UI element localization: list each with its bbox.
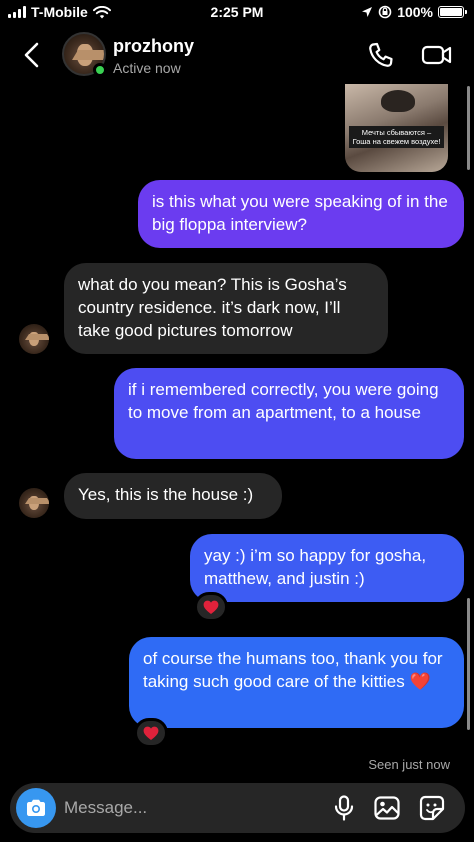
online-indicator: [93, 63, 107, 77]
sticker-icon[interactable]: [418, 794, 446, 822]
sent-message[interactable]: of course the humans too, thank you for …: [129, 637, 464, 728]
message-reaction[interactable]: ❤️: [134, 718, 168, 748]
message-input[interactable]: [64, 791, 314, 825]
message-text: is this what you were speaking of in the…: [152, 192, 448, 234]
contact-name[interactable]: prozhony: [113, 36, 194, 57]
active-status: Active now: [113, 60, 181, 76]
scrollbar-bottom[interactable]: [467, 598, 470, 730]
camera-button[interactable]: [16, 788, 56, 828]
contact-avatar[interactable]: [62, 32, 107, 77]
message-text: of course the humans too, thank you for …: [143, 649, 443, 691]
microphone-icon[interactable]: [330, 794, 358, 822]
battery-icon: [438, 6, 467, 18]
received-message[interactable]: Yes, this is the house :): [64, 473, 282, 519]
message-composer: [10, 783, 465, 833]
message-text: what do you mean? This is Gosha’s countr…: [78, 275, 347, 340]
message-text: Yes, this is the house :): [78, 485, 254, 504]
sent-message[interactable]: yay :) i’m so happy for gosha, matthew, …: [190, 534, 464, 602]
location-icon: [362, 7, 373, 17]
message-text: if i remembered correctly, you were goin…: [128, 380, 439, 422]
scrollbar-top[interactable]: [467, 86, 470, 170]
heart-icon: [143, 726, 159, 740]
orientation-lock-icon: [378, 5, 392, 19]
sent-message[interactable]: if i remembered correctly, you were goin…: [114, 368, 464, 459]
seen-status: Seen just now: [368, 757, 450, 772]
heart-icon: [203, 600, 219, 614]
video-camera-icon[interactable]: [420, 40, 454, 70]
back-arrow-icon[interactable]: [18, 40, 46, 70]
sent-message[interactable]: is this what you were speaking of in the…: [138, 180, 464, 248]
chat-header: prozhony Active now: [0, 26, 474, 86]
status-bar: T-Mobile 2:25 PM 100%: [0, 0, 474, 26]
received-message[interactable]: what do you mean? This is Gosha’s countr…: [64, 263, 388, 354]
message-text: yay :) i’m so happy for gosha, matthew, …: [204, 546, 427, 588]
phone-icon[interactable]: [366, 40, 396, 70]
camera-icon: [27, 799, 45, 816]
shared-post-preview[interactable]: Мечты сбываются – Гоша на свежем воздухе…: [345, 84, 448, 172]
battery-percent: 100%: [397, 4, 433, 20]
sender-avatar[interactable]: [19, 324, 49, 354]
sender-avatar[interactable]: [19, 488, 49, 518]
gallery-icon[interactable]: [373, 794, 401, 822]
message-reaction[interactable]: ❤️: [194, 592, 228, 622]
shared-post-caption: Мечты сбываются – Гоша на свежем воздухе…: [349, 126, 444, 148]
